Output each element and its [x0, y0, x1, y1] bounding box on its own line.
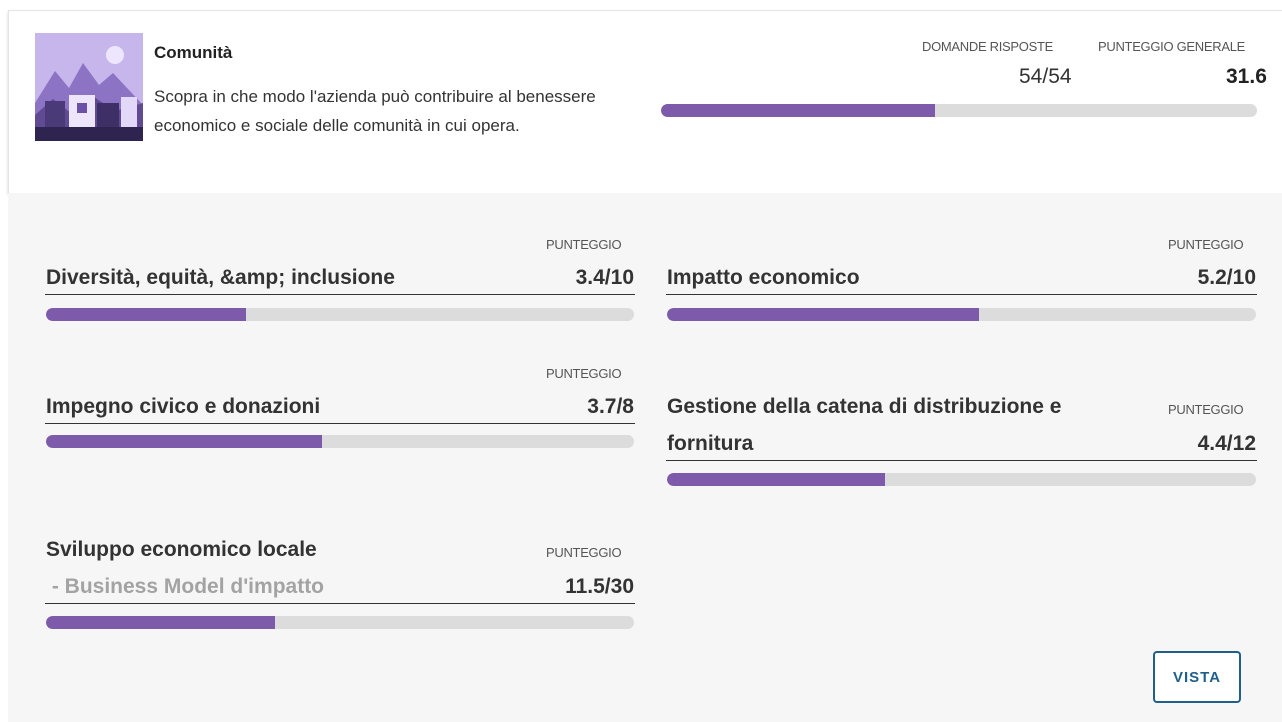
subcategory-score: 4.4/12 [1197, 432, 1256, 455]
subcategory-progress-bar [667, 308, 1256, 321]
score-label: PUNTEGGIO [1168, 402, 1244, 417]
subcategory-progress-fill [667, 308, 980, 321]
subcategory-score: 5.2/10 [1197, 266, 1256, 289]
category-title: Comunità [154, 43, 233, 62]
subcategory-subtitle: - Business Model d'impatto [46, 575, 325, 598]
subcategory-name: Impatto economico [667, 266, 860, 289]
subcategory-name-continued: fornitura [667, 432, 754, 455]
overall-progress-fill [661, 104, 936, 117]
subcategory-progress-bar [46, 616, 634, 629]
subcategory-score: 3.7/8 [587, 395, 634, 418]
subcategory-progress-fill [46, 308, 246, 321]
subcategory-progress-bar [667, 473, 1256, 486]
subcategory-progress-fill [46, 435, 323, 448]
view-button[interactable]: VISTA [1153, 651, 1241, 703]
page: Comunità Scopra in che modo l'azienda pu… [0, 0, 1282, 722]
overall-progress-bar [661, 104, 1257, 117]
overall-score-label: PUNTEGGIO GENERALE [1098, 39, 1246, 54]
score-label: PUNTEGGIO [546, 545, 622, 560]
score-label: PUNTEGGIO [1168, 237, 1244, 252]
category-header-card: Comunità Scopra in che modo l'azienda pu… [8, 10, 1282, 193]
divider [666, 294, 1257, 295]
answered-value: 54/54 [1019, 65, 1072, 88]
subcategory-progress-bar [46, 308, 634, 321]
community-illustration-icon [35, 33, 143, 141]
subcategory-progress-fill [46, 616, 276, 629]
divider [45, 294, 635, 295]
subcategory-score: 3.4/10 [575, 266, 634, 289]
divider [45, 603, 635, 604]
subcategory-progress-fill [667, 473, 885, 486]
subcategory-name: Impegno civico e donazioni [46, 395, 321, 418]
divider [45, 423, 635, 424]
subcategory-name: Gestione della catena di distribuzione e [667, 395, 1062, 418]
divider [666, 460, 1257, 461]
subcategory-progress-bar [46, 435, 634, 448]
subcategory-name: Diversità, equità, &amp; inclusione [46, 266, 395, 289]
overall-score-value: 31.6 [1226, 65, 1267, 88]
subcategory-score: 11.5/30 [565, 575, 634, 598]
subcategory-section: PUNTEGGIO Diversità, equità, &amp; inclu… [8, 193, 1282, 722]
category-description: Scopra in che modo l'azienda può contrib… [154, 87, 596, 135]
score-label: PUNTEGGIO [546, 237, 622, 252]
score-label: PUNTEGGIO [546, 366, 622, 381]
answered-label: DOMANDE RISPOSTE [922, 39, 1053, 54]
subcategory-name: Sviluppo economico locale [46, 538, 317, 561]
